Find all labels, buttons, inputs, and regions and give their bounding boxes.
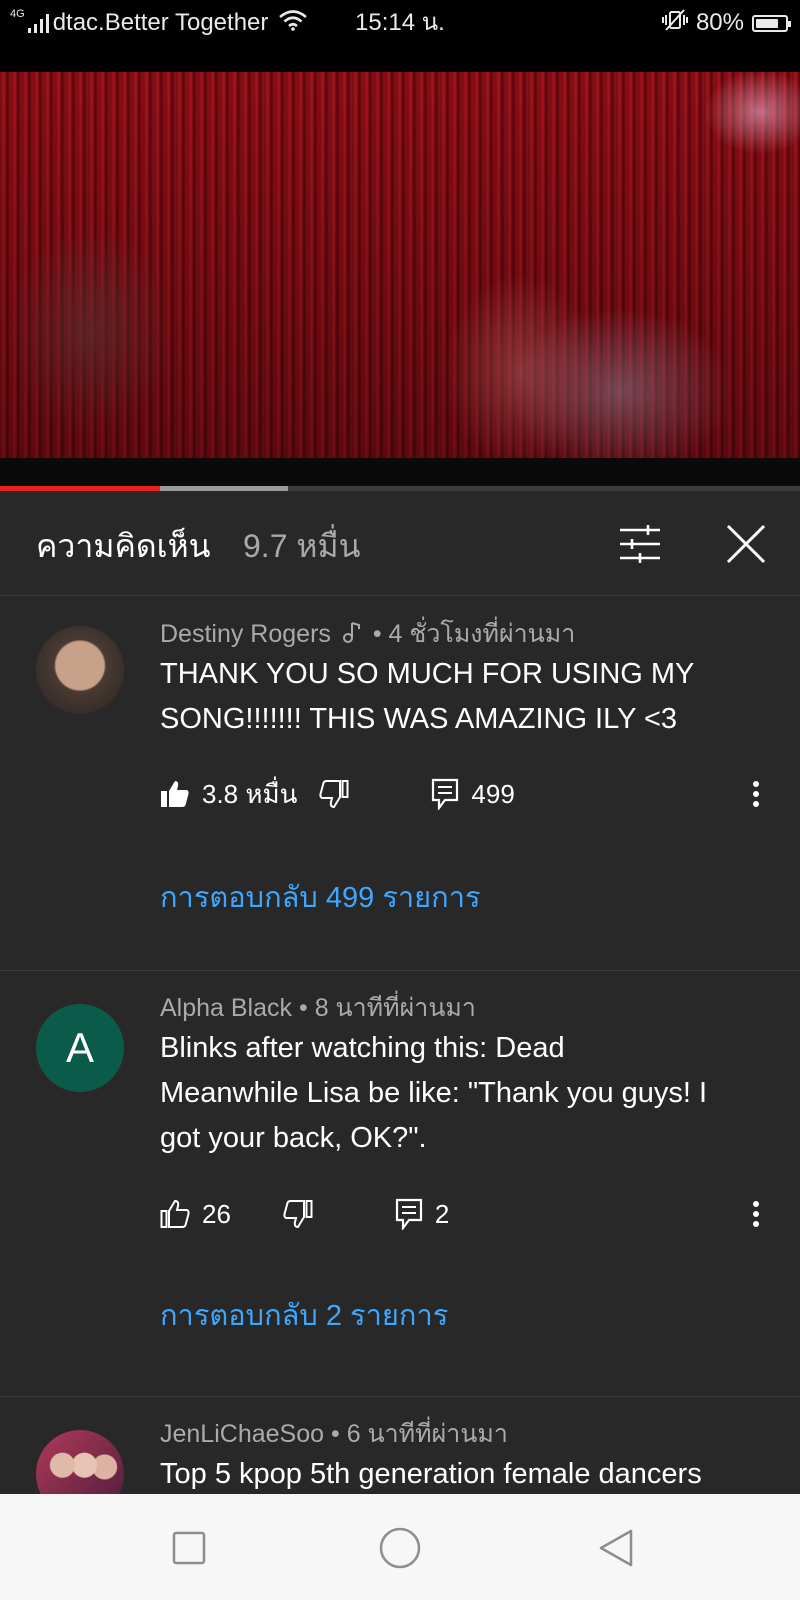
music-note-icon — [342, 620, 362, 651]
comment-author[interactable]: Destiny Rogers — [160, 620, 331, 648]
triangle-back-icon — [599, 1529, 633, 1567]
comment-item: JenLiChaeSoo • 6 นาทีที่ผ่านมา Top 5 kpo… — [0, 1396, 800, 1494]
comment-meta: Destiny Rogers • 4 ชั่วโมงที่ผ่านมา — [160, 614, 575, 654]
comment-meta: Alpha Black • 8 นาทีที่ผ่านมา — [160, 994, 476, 1022]
comment-meta: JenLiChaeSoo • 6 นาทีที่ผ่านมา — [160, 1420, 508, 1448]
recents-button[interactable] — [165, 1524, 213, 1572]
thumbs-up-filled-icon — [161, 781, 189, 807]
signal-icon — [27, 13, 49, 33]
comments-header: ความคิดเห็น 9.7 หมื่น — [0, 491, 800, 596]
more-vert-icon — [753, 1201, 759, 1227]
vibrate-mute-icon — [661, 8, 688, 39]
more-vert-icon — [753, 781, 759, 807]
view-replies-link[interactable]: การตอบกลับ 2 รายการ — [160, 1292, 448, 1338]
system-nav-bar — [0, 1494, 800, 1600]
comment-time: 8 นาทีที่ผ่านมา — [314, 994, 476, 1022]
clock: 15:14 น. — [355, 9, 445, 36]
close-comments-button[interactable] — [718, 516, 774, 572]
dislike-button[interactable] — [283, 1199, 313, 1229]
comment-text: Top 5 kpop 5th generation female dancers — [160, 1458, 702, 1490]
sort-filter-button[interactable] — [612, 516, 668, 572]
thumbs-up-icon — [160, 1199, 190, 1228]
more-options-button[interactable] — [744, 1192, 768, 1236]
avatar[interactable]: A — [36, 1004, 124, 1092]
reply-count: 2 — [434, 1198, 450, 1229]
avatar[interactable] — [36, 626, 124, 714]
comment-item: A Alpha Black • 8 นาทีที่ผ่านมา Blinks a… — [0, 970, 800, 1397]
carrier-name: dtac.Better Together — [52, 9, 269, 36]
reply-icon — [395, 1198, 423, 1230]
comment-author[interactable]: Alpha Black — [160, 994, 292, 1022]
reply-count: 499 — [471, 778, 515, 809]
thumbs-down-icon — [319, 780, 349, 809]
network-type: 4G — [10, 8, 25, 20]
sliders-icon — [620, 525, 660, 563]
comment-text: Blinks after watching this: Dead Meanwhi… — [160, 1032, 708, 1154]
comment-actions: 3.8 หมื่น 499 — [160, 772, 515, 816]
comments-list[interactable]: Destiny Rogers • 4 ชั่วโมงที่ผ่านมา THAN… — [0, 596, 800, 1494]
comment-time: 4 ชั่วโมงที่ผ่านมา — [388, 620, 576, 648]
like-count: 26 — [202, 1198, 231, 1229]
comments-count: 9.7 หมื่น — [243, 528, 361, 564]
comment-item: Destiny Rogers • 4 ชั่วโมงที่ผ่านมา THAN… — [0, 596, 800, 971]
comment-actions: 26 2 — [160, 1192, 449, 1236]
comment-time: 6 นาทีที่ผ่านมา — [346, 1420, 508, 1448]
reply-button[interactable]: 499 — [431, 778, 515, 810]
battery-icon — [752, 14, 791, 32]
like-button[interactable]: 3.8 หมื่น — [160, 774, 297, 815]
reply-button[interactable]: 2 — [395, 1198, 449, 1230]
wifi-icon — [278, 9, 308, 38]
comment-author[interactable]: JenLiChaeSoo — [160, 1420, 324, 1448]
comment-text: THANK YOU SO MUCH FOR USING MY SONG!!!!!… — [160, 658, 694, 735]
avatar[interactable] — [36, 1430, 124, 1494]
thumbs-down-icon — [283, 1200, 313, 1229]
back-button[interactable] — [592, 1524, 640, 1572]
status-left: 4G dtac.Better Together — [10, 6, 308, 40]
like-count: 3.8 หมื่น — [202, 778, 298, 809]
comments-title: ความคิดเห็น — [36, 528, 211, 564]
dislike-button[interactable] — [319, 779, 349, 809]
circle-icon — [379, 1527, 421, 1569]
more-options-button[interactable] — [744, 772, 768, 816]
status-right: 80% — [661, 6, 791, 40]
avatar-letter: A — [65, 1024, 94, 1071]
square-icon — [172, 1531, 206, 1565]
video-player[interactable] — [0, 72, 800, 490]
like-button[interactable]: 26 — [160, 1199, 231, 1230]
battery-percent: 80% — [695, 9, 744, 36]
view-replies-link[interactable]: การตอบกลับ 499 รายการ — [160, 874, 481, 920]
status-bar: 4G dtac.Better Together 15:14 น. 80% — [0, 0, 800, 72]
close-icon — [726, 524, 766, 564]
home-button[interactable] — [376, 1524, 424, 1572]
reply-icon — [432, 778, 459, 810]
